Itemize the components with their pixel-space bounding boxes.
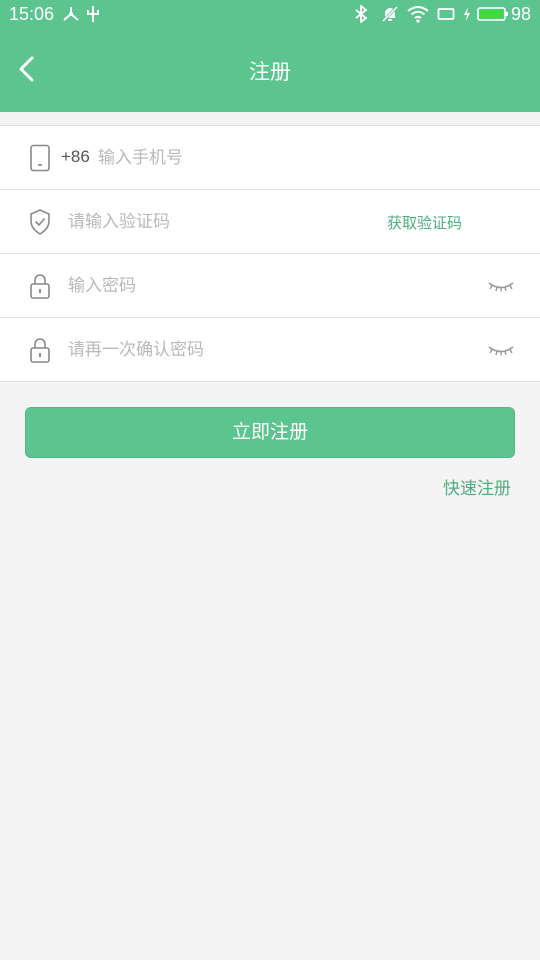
- register-form: +86 获取验证码: [0, 125, 540, 382]
- phone-input[interactable]: [98, 144, 498, 172]
- lock-icon: [30, 274, 50, 299]
- app-header: 15:06 98 注册: [0, 0, 540, 112]
- usb-icon: [87, 6, 99, 22]
- eye-closed-icon[interactable]: [488, 278, 514, 294]
- usb-debug-icon: [63, 7, 79, 21]
- mute-icon: [381, 5, 399, 23]
- battery-icon: [477, 7, 508, 21]
- screen-icon: [437, 8, 455, 20]
- password-input[interactable]: [68, 272, 468, 300]
- lock-icon: [30, 338, 50, 363]
- verification-code-input[interactable]: [68, 208, 368, 236]
- shield-check-icon: [30, 209, 50, 235]
- code-row: 获取验证码: [0, 190, 540, 254]
- get-code-button[interactable]: 获取验证码: [387, 212, 462, 233]
- confirm-password-row: [0, 318, 540, 382]
- status-bar: 15:06 98: [0, 0, 540, 30]
- country-code[interactable]: +86: [61, 147, 90, 167]
- quick-register-link[interactable]: 快速注册: [443, 474, 511, 499]
- register-button[interactable]: 立即注册: [25, 407, 515, 458]
- phone-icon: [30, 144, 50, 172]
- password-row: [0, 254, 540, 318]
- battery-level: 98: [511, 4, 532, 24]
- confirm-password-input[interactable]: [68, 336, 468, 364]
- page-title: 注册: [249, 60, 291, 84]
- eye-closed-icon[interactable]: [488, 342, 514, 358]
- charging-icon: [464, 7, 470, 21]
- bluetooth-icon: [355, 5, 368, 23]
- phone-row: +86: [0, 126, 540, 190]
- wifi-icon: [407, 6, 429, 23]
- status-time: 15:06: [9, 4, 55, 24]
- nav-bar: 注册: [0, 40, 540, 100]
